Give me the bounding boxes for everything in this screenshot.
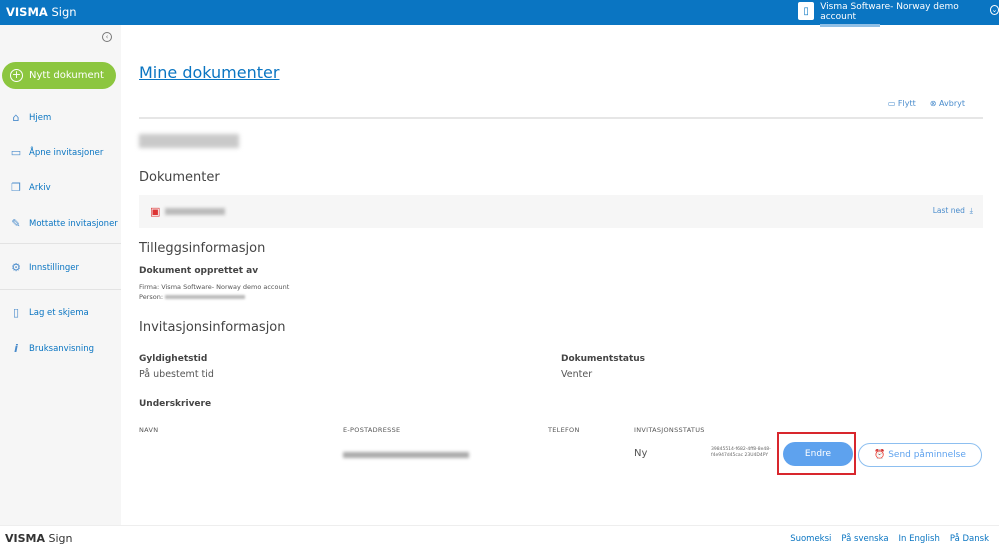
document-row[interactable]: ▣ Last ned ⤓ (139, 195, 983, 228)
folder-icon: ▭ (887, 99, 896, 108)
main-content: Mine dokumenter ▭ Flytt ⊗ Avbryt Dokumen… (121, 25, 999, 525)
file-icon: ▯ (12, 306, 20, 319)
column-header-name: NAVN (139, 426, 159, 434)
validity-label: Gyldighetstid (139, 354, 208, 364)
archive-icon: ❐ (11, 181, 21, 194)
created-by-label: Dokument opprettet av (139, 266, 259, 276)
document-title-redacted (139, 134, 239, 148)
sidebar-item-settings[interactable]: ⚙ Innstillinger (10, 261, 79, 274)
column-header-email: E-POSTADRESSE (343, 426, 401, 434)
invitation-heading: Invitasjonsinformasjon (139, 320, 286, 335)
plus-icon: + (10, 68, 23, 82)
alarm-icon: ⏰ (874, 450, 886, 460)
sidebar-item-home[interactable]: ⌂ Hjem (10, 111, 52, 124)
gear-icon: ⚙ (11, 261, 21, 274)
new-document-button[interactable]: + Nytt dokument (2, 62, 116, 89)
lang-english[interactable]: In English (899, 534, 940, 544)
status-value: Venter (561, 369, 593, 380)
footer: VISMA Sign Suomeksi På svenska In Englis… (0, 525, 999, 550)
chevron-down-icon[interactable]: ⌄ (989, 5, 999, 15)
signers-heading: Underskrivere (139, 399, 212, 409)
home-icon: ⌂ (12, 111, 20, 124)
send-reminder-button[interactable]: ⏰ Send påminnelse (858, 443, 982, 467)
folder-icon: ▭ (10, 146, 22, 159)
info-icon: i (14, 342, 18, 355)
column-header-phone: TELEFON (548, 426, 580, 434)
signer-id: 39845514-f682-4ff8-8e48-f4e947d45cac 23U… (711, 447, 771, 458)
lang-finnish[interactable]: Suomeksi (790, 534, 831, 544)
status-label: Dokumentstatus (561, 354, 646, 364)
building-icon: ▯ (798, 2, 815, 20)
page-title[interactable]: Mine dokumenter (139, 63, 279, 82)
collapse-icon[interactable]: ‹ (102, 32, 112, 42)
logo[interactable]: VISMA Sign (6, 5, 77, 19)
validity-value: På ubestemt tid (139, 369, 214, 380)
download-button[interactable]: Last ned ⤓ (933, 206, 973, 216)
extra-info-heading: Tilleggsinformasjon (139, 241, 266, 256)
move-button[interactable]: ▭ Flytt (888, 99, 916, 108)
download-icon: ⤓ (969, 206, 973, 215)
sidebar: ‹ + Nytt dokument ⌂ Hjem ▭ Åpne invitasjone… (0, 25, 121, 525)
company-text: Firma: Visma Software- Norway demo accou… (139, 283, 290, 291)
sidebar-item-archive[interactable]: ❐ Arkiv (10, 181, 51, 194)
top-bar: VISMA Sign ▯ Visma Software- Norway demo… (0, 0, 999, 27)
sidebar-item-open-invitations[interactable]: ▭ Åpne invitasjoner (10, 146, 104, 159)
signer-status: Ny (634, 448, 648, 459)
close-circle-icon: ⊗ (929, 99, 937, 108)
lang-swedish[interactable]: På svenska (841, 534, 888, 544)
signer-email-redacted (343, 452, 469, 458)
sidebar-item-received[interactable]: ✎ Mottatte invitasjoner (10, 217, 117, 230)
column-header-status: INVITASJONSSTATUS (634, 426, 705, 434)
sidebar-item-create-form[interactable]: ▯ Lag et skjema (10, 306, 89, 319)
edit-icon: ✎ (11, 217, 21, 230)
cancel-button[interactable]: ⊗ Avbryt (930, 99, 965, 108)
sidebar-item-manual[interactable]: i Bruksanvisning (10, 342, 94, 355)
account-menu[interactable]: ▯ Visma Software- Norway demo account ⌄ (798, 2, 999, 27)
account-name: Visma Software- Norway demo account (820, 2, 959, 22)
lang-danish[interactable]: På Dansk (950, 534, 989, 544)
pdf-icon: ▣ (150, 205, 161, 218)
footer-logo: VISMA Sign (5, 532, 73, 545)
documents-heading: Dokumenter (139, 170, 220, 185)
edit-button[interactable]: Endre (783, 442, 853, 466)
person-text: Person: (139, 293, 246, 301)
